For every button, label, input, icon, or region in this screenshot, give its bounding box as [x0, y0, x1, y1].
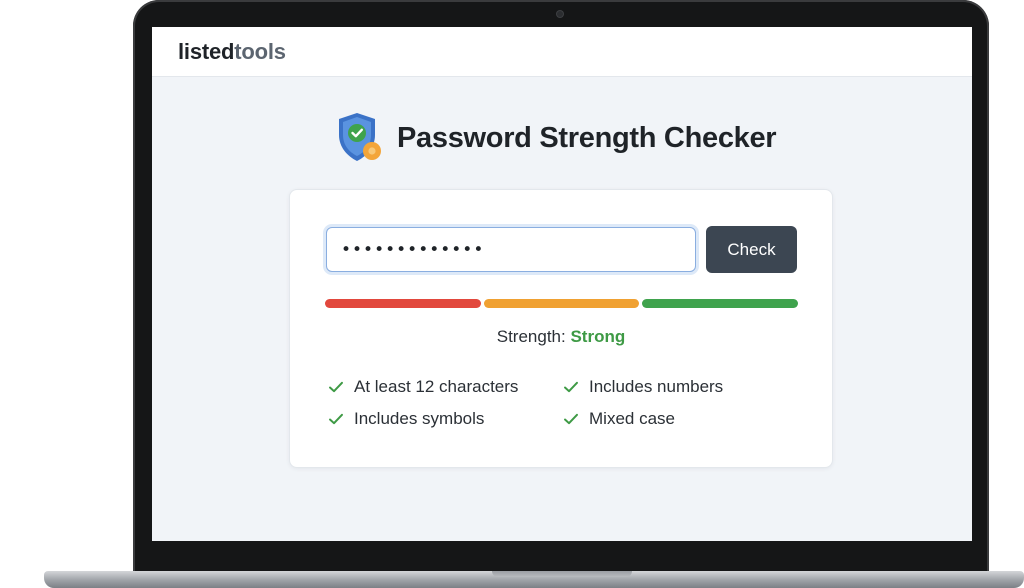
criterion-mixed-case: Mixed case: [562, 409, 797, 429]
check-button[interactable]: Check: [706, 226, 797, 273]
criterion-symbols: Includes symbols: [327, 409, 562, 429]
meter-segment-strong: [642, 299, 799, 308]
strength-value: Strong: [570, 327, 626, 346]
camera-dot: [557, 11, 563, 17]
strength-meter: [325, 299, 799, 308]
meter-segment-weak: [325, 299, 481, 308]
criterion-label: Includes numbers: [589, 377, 724, 396]
check-icon: [329, 381, 343, 393]
criterion-label: Includes symbols: [354, 409, 485, 428]
top-bar: listedtools: [152, 27, 972, 77]
criterion-label: At least 12 characters: [354, 377, 519, 396]
criteria-list: At least 12 characters Includes numbers …: [327, 377, 807, 429]
checker-card: Check Strength: Strong At least 12 chara…: [289, 189, 833, 468]
password-input[interactable]: [326, 227, 696, 272]
criterion-numbers: Includes numbers: [562, 377, 797, 397]
laptop-mockup: listedtools Password Strength Checker Ch…: [0, 0, 1024, 588]
brand-part-1: listed: [178, 39, 235, 64]
shield-check-icon: [339, 113, 381, 161]
app-screen: listedtools Password Strength Checker Ch…: [152, 27, 972, 541]
meter-segment-medium: [483, 299, 640, 308]
brand-part-2: tools: [234, 39, 286, 64]
strength-label: Strength:: [496, 327, 566, 346]
brand-logo[interactable]: listedtools: [178, 39, 286, 65]
criterion-length: At least 12 characters: [327, 377, 562, 397]
check-icon: [564, 381, 578, 393]
strength-readout: Strength: Strong: [290, 327, 832, 347]
criterion-label: Mixed case: [589, 409, 675, 428]
check-icon: [564, 413, 578, 425]
title-row: Password Strength Checker: [335, 111, 777, 165]
page-title: Password Strength Checker: [397, 121, 777, 154]
laptop-notch: [492, 571, 632, 577]
check-icon: [329, 413, 343, 425]
